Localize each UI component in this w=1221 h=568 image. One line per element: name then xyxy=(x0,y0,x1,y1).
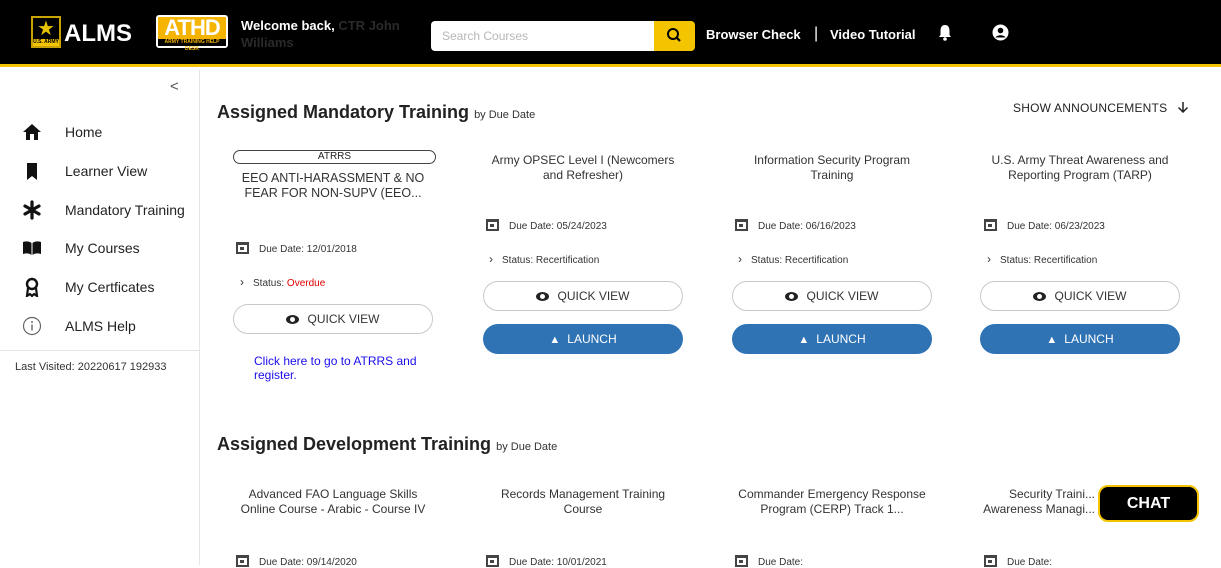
course-title[interactable]: EEO ANTI-HARASSMENT & NO FEAR FOR NON-SU… xyxy=(233,171,433,201)
rocket-icon: ▲ xyxy=(1046,334,1058,346)
quick-view-button[interactable]: QUICK VIEW xyxy=(483,281,683,311)
calendar-icon xyxy=(486,219,499,231)
launch-button[interactable]: ▲ LAUNCH xyxy=(732,324,932,354)
quick-view-button[interactable]: QUICK VIEW xyxy=(980,281,1180,311)
atrrs-tag: ATRRS xyxy=(233,150,436,164)
sidebar-item-learner-view[interactable]: Learner View xyxy=(0,151,199,189)
calendar-icon xyxy=(735,219,748,231)
due-date: Due Date: xyxy=(735,555,803,568)
course-card: Security Traini... Awareness Managi... xyxy=(980,487,1095,517)
athd-logo[interactable]: ATHD ARMY TRAINING HELP DESK xyxy=(156,15,228,52)
home-icon xyxy=(23,124,41,140)
calendar-icon xyxy=(486,555,499,567)
bookmark-icon xyxy=(27,163,37,180)
user-account-icon[interactable] xyxy=(992,24,1009,46)
arrow-down-icon xyxy=(1177,102,1188,114)
course-status[interactable]: › Status: Recertification xyxy=(738,252,848,266)
open-book-icon xyxy=(23,241,41,255)
rocket-icon: ▲ xyxy=(549,334,561,346)
sidebar-item-my-courses[interactable]: My Courses xyxy=(0,228,199,266)
development-section-title: Assigned Development Training by Due Dat… xyxy=(217,434,558,454)
top-header: ★ U.S. ARMY ALMS ATHD ARMY TRAINING HELP D… xyxy=(0,0,1221,67)
sidebar: < Home Learner View Mandatory Training M… xyxy=(0,70,200,565)
launch-button[interactable]: ▲ LAUNCH xyxy=(980,324,1180,354)
chevron-right-icon: › xyxy=(987,252,991,266)
chat-button[interactable]: CHAT xyxy=(1098,485,1199,522)
search-icon xyxy=(667,28,681,42)
course-title[interactable]: Records Management Training Course xyxy=(483,487,683,517)
atrrs-register-link[interactable]: Click here to go to ATRRS and register. xyxy=(254,354,444,382)
calendar-icon xyxy=(984,219,997,231)
course-title[interactable]: Commander Emergency Response Program (CE… xyxy=(732,487,932,517)
show-announcements-button[interactable]: SHOW ANNOUNCEMENTS xyxy=(1013,101,1189,115)
header-separator: | xyxy=(814,25,819,42)
status-overdue: Overdue xyxy=(286,278,326,289)
mandatory-section-title: Assigned Mandatory Training by Due Date xyxy=(217,102,536,122)
course-card: Advanced FAO Language Skills Online Cour… xyxy=(233,487,433,517)
sidebar-item-my-certificates[interactable]: My Certficates xyxy=(0,267,199,305)
brand-title[interactable]: ALMS xyxy=(64,20,132,48)
eye-icon xyxy=(785,292,799,301)
course-status[interactable]: › Status: Overdue xyxy=(240,275,325,289)
video-tutorial-link[interactable]: Video Tutorial xyxy=(830,27,915,42)
course-card: U.S. Army Threat Awareness and Reporting… xyxy=(980,153,1180,183)
calendar-icon xyxy=(236,555,249,567)
course-card: Information Security Program Training xyxy=(732,153,932,183)
launch-button[interactable]: ▲ LAUNCH xyxy=(483,324,683,354)
course-title[interactable]: Security Traini... Awareness Managi... xyxy=(980,487,1095,517)
due-date: Due Date: xyxy=(984,555,1052,568)
due-date: Due Date: 06/16/2023 xyxy=(735,219,856,232)
sidebar-item-home[interactable]: Home xyxy=(0,112,199,150)
quick-view-button[interactable]: QUICK VIEW xyxy=(732,281,932,311)
browser-check-link[interactable]: Browser Check xyxy=(706,27,801,42)
course-card: Records Management Training Course xyxy=(483,487,683,517)
due-date: Due Date: 10/01/2021 xyxy=(486,555,607,568)
course-title[interactable]: U.S. Army Threat Awareness and Reporting… xyxy=(980,153,1180,183)
course-title[interactable]: Advanced FAO Language Skills Online Cour… xyxy=(233,487,433,517)
calendar-icon xyxy=(236,242,249,254)
eye-icon xyxy=(536,292,550,301)
collapse-sidebar-button[interactable]: < xyxy=(170,78,179,95)
search-input[interactable] xyxy=(431,21,654,51)
search-box xyxy=(431,21,695,51)
due-date: Due Date: 09/14/2020 xyxy=(236,555,357,568)
eye-icon xyxy=(1033,292,1047,301)
course-card: ATRRS EEO ANTI-HARASSMENT & NO FEAR FOR … xyxy=(233,150,436,201)
army-star-logo[interactable]: ★ U.S. ARMY xyxy=(31,16,61,48)
welcome-message: Welcome back, CTR John Williams xyxy=(241,18,400,50)
ribbon-icon xyxy=(25,277,39,297)
sidebar-divider xyxy=(0,350,199,351)
due-date: Due Date: 06/23/2023 xyxy=(984,219,1105,232)
course-title[interactable]: Army OPSEC Level I (Newcomers and Refres… xyxy=(483,153,683,183)
sidebar-item-alms-help[interactable]: ALMS Help xyxy=(0,306,199,344)
eye-icon xyxy=(286,315,300,324)
course-title[interactable]: Information Security Program Training xyxy=(732,153,932,183)
search-button[interactable] xyxy=(654,21,695,51)
last-visited-text: Last Visited: 20220617 192933 xyxy=(15,361,167,373)
due-date: Due Date: 05/24/2023 xyxy=(486,219,607,232)
info-icon xyxy=(22,316,42,336)
chevron-right-icon: › xyxy=(240,275,244,289)
course-status[interactable]: › Status: Recertification xyxy=(489,252,599,266)
rocket-icon: ▲ xyxy=(798,334,810,346)
due-date: Due Date: 12/01/2018 xyxy=(236,242,357,255)
sidebar-item-mandatory-training[interactable]: Mandatory Training xyxy=(0,190,199,228)
notification-bell-icon[interactable] xyxy=(938,24,952,46)
calendar-icon xyxy=(984,555,997,567)
course-status[interactable]: › Status: Recertification xyxy=(987,252,1097,266)
quick-view-button[interactable]: QUICK VIEW xyxy=(233,304,433,334)
course-card: Commander Emergency Response Program (CE… xyxy=(732,487,932,517)
chevron-right-icon: › xyxy=(489,252,493,266)
course-card: Army OPSEC Level I (Newcomers and Refres… xyxy=(483,153,683,183)
calendar-icon xyxy=(735,555,748,567)
chevron-right-icon: › xyxy=(738,252,742,266)
asterisk-icon xyxy=(23,200,41,220)
